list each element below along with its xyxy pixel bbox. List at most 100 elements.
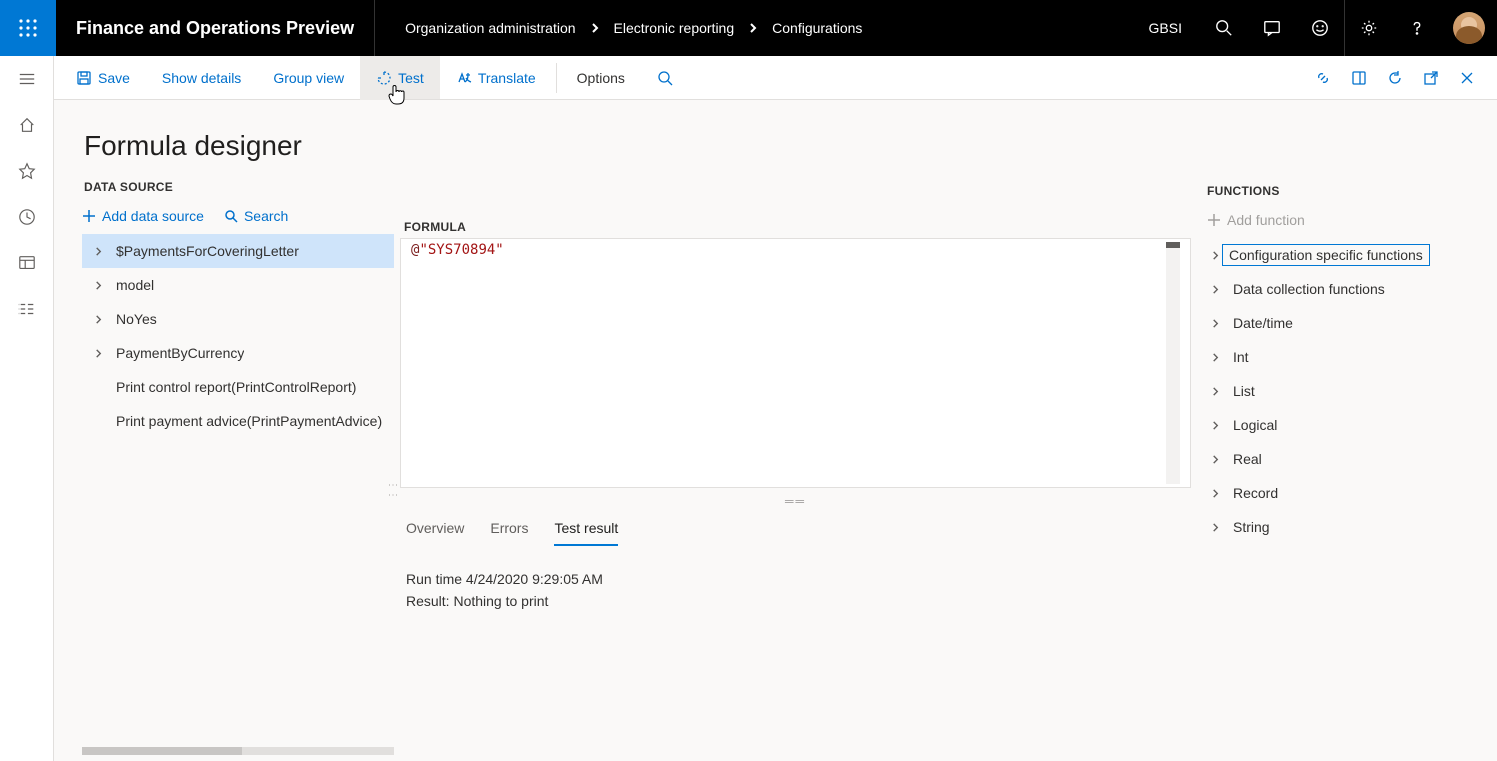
tab[interactable]: Errors <box>490 514 528 546</box>
test-button[interactable]: Test <box>360 56 440 100</box>
data-source-item[interactable]: Print control report(PrintControlReport) <box>82 370 394 404</box>
result-tabs: Overview Errors Test result <box>400 512 1191 546</box>
test-label: Test <box>398 70 424 86</box>
data-source-tree: $PaymentsForCoveringLetter model NoYes Paym… <box>54 234 394 438</box>
data-source-item[interactable]: Print payment advice(PrintPaymentAdvice) <box>82 404 394 438</box>
left-rail <box>0 56 54 761</box>
translate-label: Translate <box>478 70 536 86</box>
chevron-right-icon[interactable] <box>1207 421 1223 430</box>
divider <box>556 63 557 93</box>
show-details-label: Show details <box>162 70 241 86</box>
smiley-icon[interactable] <box>1296 0 1344 56</box>
close-icon[interactable] <box>1449 56 1485 100</box>
show-details-button[interactable]: Show details <box>146 56 257 100</box>
function-group-label: Data collection functions <box>1223 281 1385 297</box>
function-group-item[interactable]: Date/time <box>1203 306 1497 340</box>
data-source-item[interactable]: model <box>82 268 394 302</box>
recent-icon[interactable] <box>0 194 54 240</box>
avatar[interactable] <box>1453 12 1485 44</box>
panel-icon[interactable] <box>1341 56 1377 100</box>
chevron-right-icon <box>590 20 600 36</box>
formula-editor[interactable]: @"SYS70894" <box>400 238 1191 488</box>
search-icon[interactable] <box>1200 0 1248 56</box>
function-group-item[interactable]: String <box>1203 510 1497 544</box>
modules-icon[interactable] <box>0 286 54 332</box>
function-group-label: Record <box>1223 485 1278 501</box>
search-data-source-label: Search <box>244 208 288 224</box>
gear-icon[interactable] <box>1345 0 1393 56</box>
translate-button[interactable]: Translate <box>440 56 552 100</box>
result-line: Result: Nothing to print <box>406 590 1191 612</box>
save-label: Save <box>98 70 130 86</box>
chevron-right-icon[interactable] <box>90 315 106 324</box>
company-label[interactable]: GBSI <box>1131 20 1200 36</box>
function-group-label: String <box>1223 519 1270 535</box>
options-label: Options <box>577 70 625 86</box>
app-launcher-button[interactable] <box>0 0 56 56</box>
home-icon[interactable] <box>0 102 54 148</box>
tab[interactable]: Test result <box>554 514 618 546</box>
top-header: Finance and Operations Preview Organizat… <box>0 0 1497 56</box>
function-group-label: Int <box>1223 349 1249 365</box>
function-group-label: List <box>1223 383 1255 399</box>
formula-gutter <box>1166 242 1180 484</box>
breadcrumb-item[interactable]: Organization administration <box>405 20 575 36</box>
function-group-item[interactable]: Logical <box>1203 408 1497 442</box>
function-group-label: Date/time <box>1223 315 1293 331</box>
data-source-item-label: NoYes <box>106 311 157 327</box>
save-button[interactable]: Save <box>60 56 146 100</box>
panel-left: Formula designer DATA SOURCE Add data so… <box>54 100 394 761</box>
data-source-item[interactable]: PaymentByCurrency <box>82 336 394 370</box>
splitter-handle-icon[interactable]: ══ <box>400 488 1191 512</box>
chevron-right-icon[interactable] <box>1207 489 1223 498</box>
popout-icon[interactable] <box>1413 56 1449 100</box>
link-icon[interactable] <box>1305 56 1341 100</box>
chevron-right-icon[interactable] <box>1207 455 1223 464</box>
hamburger-icon[interactable] <box>0 56 54 102</box>
function-group-label: Logical <box>1223 417 1277 433</box>
function-group-item[interactable]: Int <box>1203 340 1497 374</box>
help-icon[interactable] <box>1393 0 1441 56</box>
function-group-item[interactable]: Real <box>1203 442 1497 476</box>
chevron-right-icon[interactable] <box>90 281 106 290</box>
add-data-source-label: Add data source <box>102 208 204 224</box>
group-view-button[interactable]: Group view <box>257 56 360 100</box>
data-source-item-label: Print control report(PrintControlReport) <box>106 379 356 395</box>
tab[interactable]: Overview <box>406 514 464 546</box>
add-data-source-button[interactable]: Add data source <box>82 208 204 224</box>
chevron-right-icon[interactable] <box>1207 251 1223 260</box>
data-source-item-label: Print payment advice(PrintPaymentAdvice) <box>106 413 382 429</box>
function-group-item[interactable]: Record <box>1203 476 1497 510</box>
filter-search-button[interactable] <box>641 56 689 100</box>
chevron-right-icon[interactable] <box>1207 387 1223 396</box>
star-icon[interactable] <box>0 148 54 194</box>
action-bar-right <box>1305 56 1497 100</box>
data-source-section-label: DATA SOURCE <box>54 170 394 200</box>
app-title: Finance and Operations Preview <box>56 0 375 56</box>
chevron-right-icon[interactable] <box>1207 285 1223 294</box>
chevron-right-icon[interactable] <box>1207 353 1223 362</box>
function-group-item[interactable]: List <box>1203 374 1497 408</box>
formula-text: @"SYS70894" <box>411 242 504 484</box>
h-scrollbar[interactable] <box>82 747 394 755</box>
data-source-item[interactable]: NoYes <box>82 302 394 336</box>
function-group-item[interactable]: Data collection functions <box>1203 272 1497 306</box>
workspace-icon[interactable] <box>0 240 54 286</box>
function-group-item[interactable]: Configuration specific functions <box>1203 238 1497 272</box>
formula-label: FORMULA <box>400 99 1191 238</box>
add-function-button[interactable]: Add function <box>1207 212 1305 228</box>
search-data-source-button[interactable]: Search <box>224 208 288 224</box>
splitter-handle-icon[interactable]: ⋮⋮ <box>387 480 398 500</box>
messages-icon[interactable] <box>1248 0 1296 56</box>
breadcrumb-item[interactable]: Electronic reporting <box>614 20 735 36</box>
run-time-line: Run time 4/24/2020 9:29:05 AM <box>406 568 1191 590</box>
chevron-right-icon[interactable] <box>1207 319 1223 328</box>
chevron-right-icon[interactable] <box>90 349 106 358</box>
breadcrumb-item[interactable]: Configurations <box>772 20 862 36</box>
refresh-icon[interactable] <box>1377 56 1413 100</box>
options-button[interactable]: Options <box>561 56 641 100</box>
chevron-right-icon[interactable] <box>1207 523 1223 532</box>
data-source-item[interactable]: $PaymentsForCoveringLetter <box>82 234 394 268</box>
data-source-item-label: $PaymentsForCoveringLetter <box>106 243 299 259</box>
chevron-right-icon[interactable] <box>90 247 106 256</box>
